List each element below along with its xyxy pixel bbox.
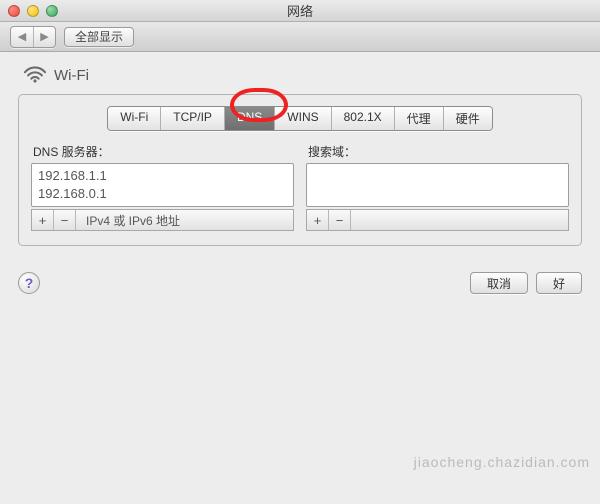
search-domains-label: 搜索域：: [308, 143, 569, 160]
dns-servers-label: DNS 服务器：: [33, 143, 294, 160]
help-button[interactable]: ?: [18, 272, 40, 294]
wifi-icon: [24, 66, 46, 84]
dns-servers-list[interactable]: 192.168.1.1192.168.0.1: [31, 163, 294, 207]
search-domains-list[interactable]: [306, 163, 569, 207]
search-remove-button[interactable]: −: [329, 210, 351, 230]
dns-servers-col: DNS 服务器： 192.168.1.1192.168.0.1 + − IPv4…: [31, 143, 294, 231]
titlebar: 网络: [0, 0, 600, 22]
content: Wi-Fi Wi-Fi TCP/IP DNS WINS 802.1X 代理 硬件…: [0, 52, 600, 260]
ok-button[interactable]: 好: [536, 272, 582, 294]
forward-button[interactable]: ▶: [33, 27, 55, 47]
cancel-button[interactable]: 取消: [470, 272, 528, 294]
dns-servers-controls: + − IPv4 或 IPv6 地址: [31, 209, 294, 231]
tab-wins[interactable]: WINS: [274, 107, 330, 130]
dns-add-button[interactable]: +: [32, 210, 54, 230]
dns-hint: IPv4 或 IPv6 地址: [76, 212, 180, 229]
tab-dns[interactable]: DNS: [224, 107, 274, 130]
search-domains-col: 搜索域： + −: [306, 143, 569, 231]
tab-8021x[interactable]: 802.1X: [331, 107, 394, 130]
footer: ? 取消 好: [0, 260, 600, 302]
nav-back-forward: ◀ ▶: [10, 26, 56, 48]
show-all-button[interactable]: 全部显示: [64, 27, 134, 47]
tab-wifi[interactable]: Wi-Fi: [108, 107, 160, 130]
dns-remove-button[interactable]: −: [54, 210, 76, 230]
tab-proxy[interactable]: 代理: [394, 107, 443, 130]
dns-server-row[interactable]: 192.168.0.1: [38, 185, 287, 203]
watermark: jiaocheng.chazidian.com: [414, 454, 590, 470]
search-add-button[interactable]: +: [307, 210, 329, 230]
window-title: 网络: [0, 1, 600, 20]
tab-tcpip[interactable]: TCP/IP: [160, 107, 224, 130]
tab-row: Wi-Fi TCP/IP DNS WINS 802.1X 代理 硬件: [107, 106, 492, 131]
toolbar: ◀ ▶ 全部显示: [0, 22, 600, 52]
dns-columns: DNS 服务器： 192.168.1.1192.168.0.1 + − IPv4…: [31, 143, 569, 231]
dns-server-row[interactable]: 192.168.1.1: [38, 167, 287, 185]
tab-hardware[interactable]: 硬件: [443, 107, 492, 130]
tabs: Wi-Fi TCP/IP DNS WINS 802.1X 代理 硬件: [31, 106, 569, 131]
back-button[interactable]: ◀: [11, 27, 33, 47]
panel-header: Wi-Fi: [18, 64, 582, 94]
panel-name: Wi-Fi: [54, 67, 89, 84]
settings-box: Wi-Fi TCP/IP DNS WINS 802.1X 代理 硬件 DNS 服…: [18, 94, 582, 246]
search-domains-controls: + −: [306, 209, 569, 231]
